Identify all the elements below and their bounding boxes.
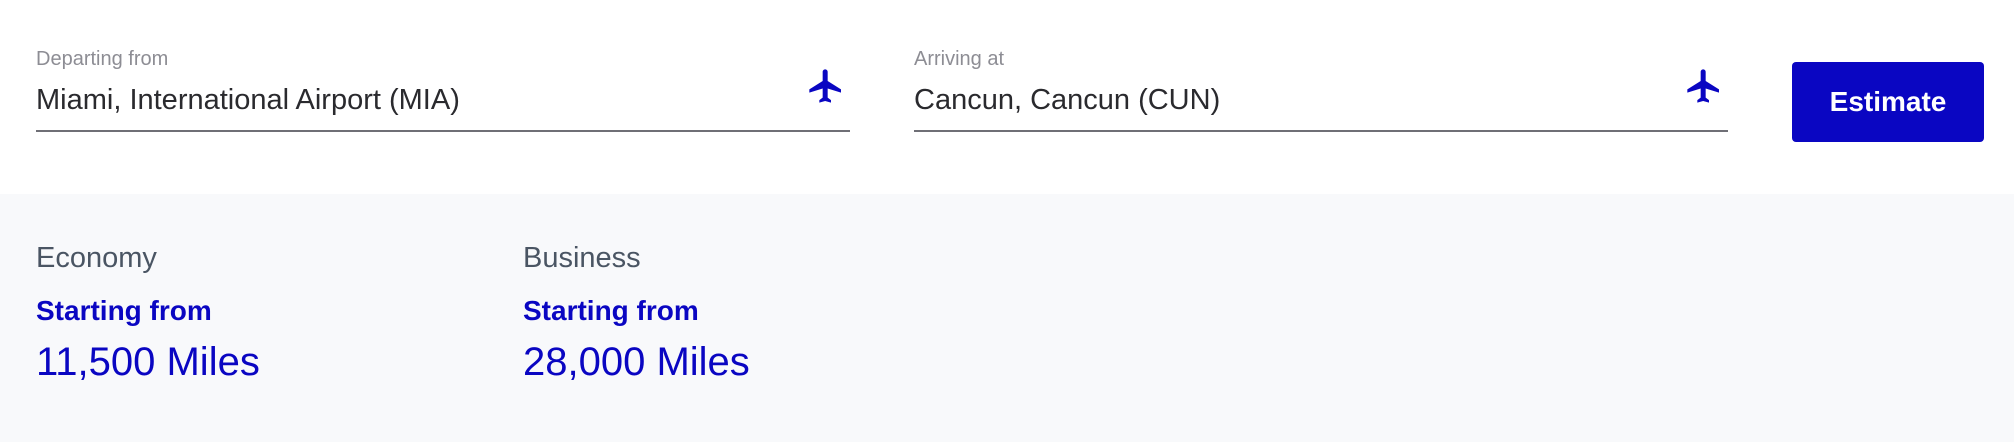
economy-miles: 11,500 Miles: [36, 340, 260, 384]
business-miles: 28,000 Miles: [523, 340, 750, 384]
departure-label: Departing from: [36, 48, 169, 70]
departure-input[interactable]: [36, 84, 736, 117]
arrival-label: Arriving at: [914, 48, 1005, 70]
cabin-name-economy: Economy: [36, 242, 157, 274]
business-result: Business Starting from 28,000 Miles: [523, 240, 750, 386]
estimate-button[interactable]: Estimate: [1792, 62, 1984, 142]
starting-from-label: Starting from: [523, 295, 699, 326]
starting-from-label: Starting from: [36, 295, 212, 326]
arrival-input[interactable]: [914, 84, 1614, 117]
airplane-icon[interactable]: [1684, 66, 1724, 106]
arrival-field[interactable]: Arriving at: [914, 46, 1728, 132]
results-panel: Economy Starting from 11,500 Miles Busin…: [0, 194, 2014, 442]
departure-field[interactable]: Departing from: [36, 46, 850, 132]
cabin-name-business: Business: [523, 242, 641, 274]
airplane-icon[interactable]: [806, 66, 846, 106]
economy-result: Economy Starting from 11,500 Miles: [36, 240, 260, 386]
search-bar: Departing from Arriving at Estimate: [0, 0, 2014, 194]
